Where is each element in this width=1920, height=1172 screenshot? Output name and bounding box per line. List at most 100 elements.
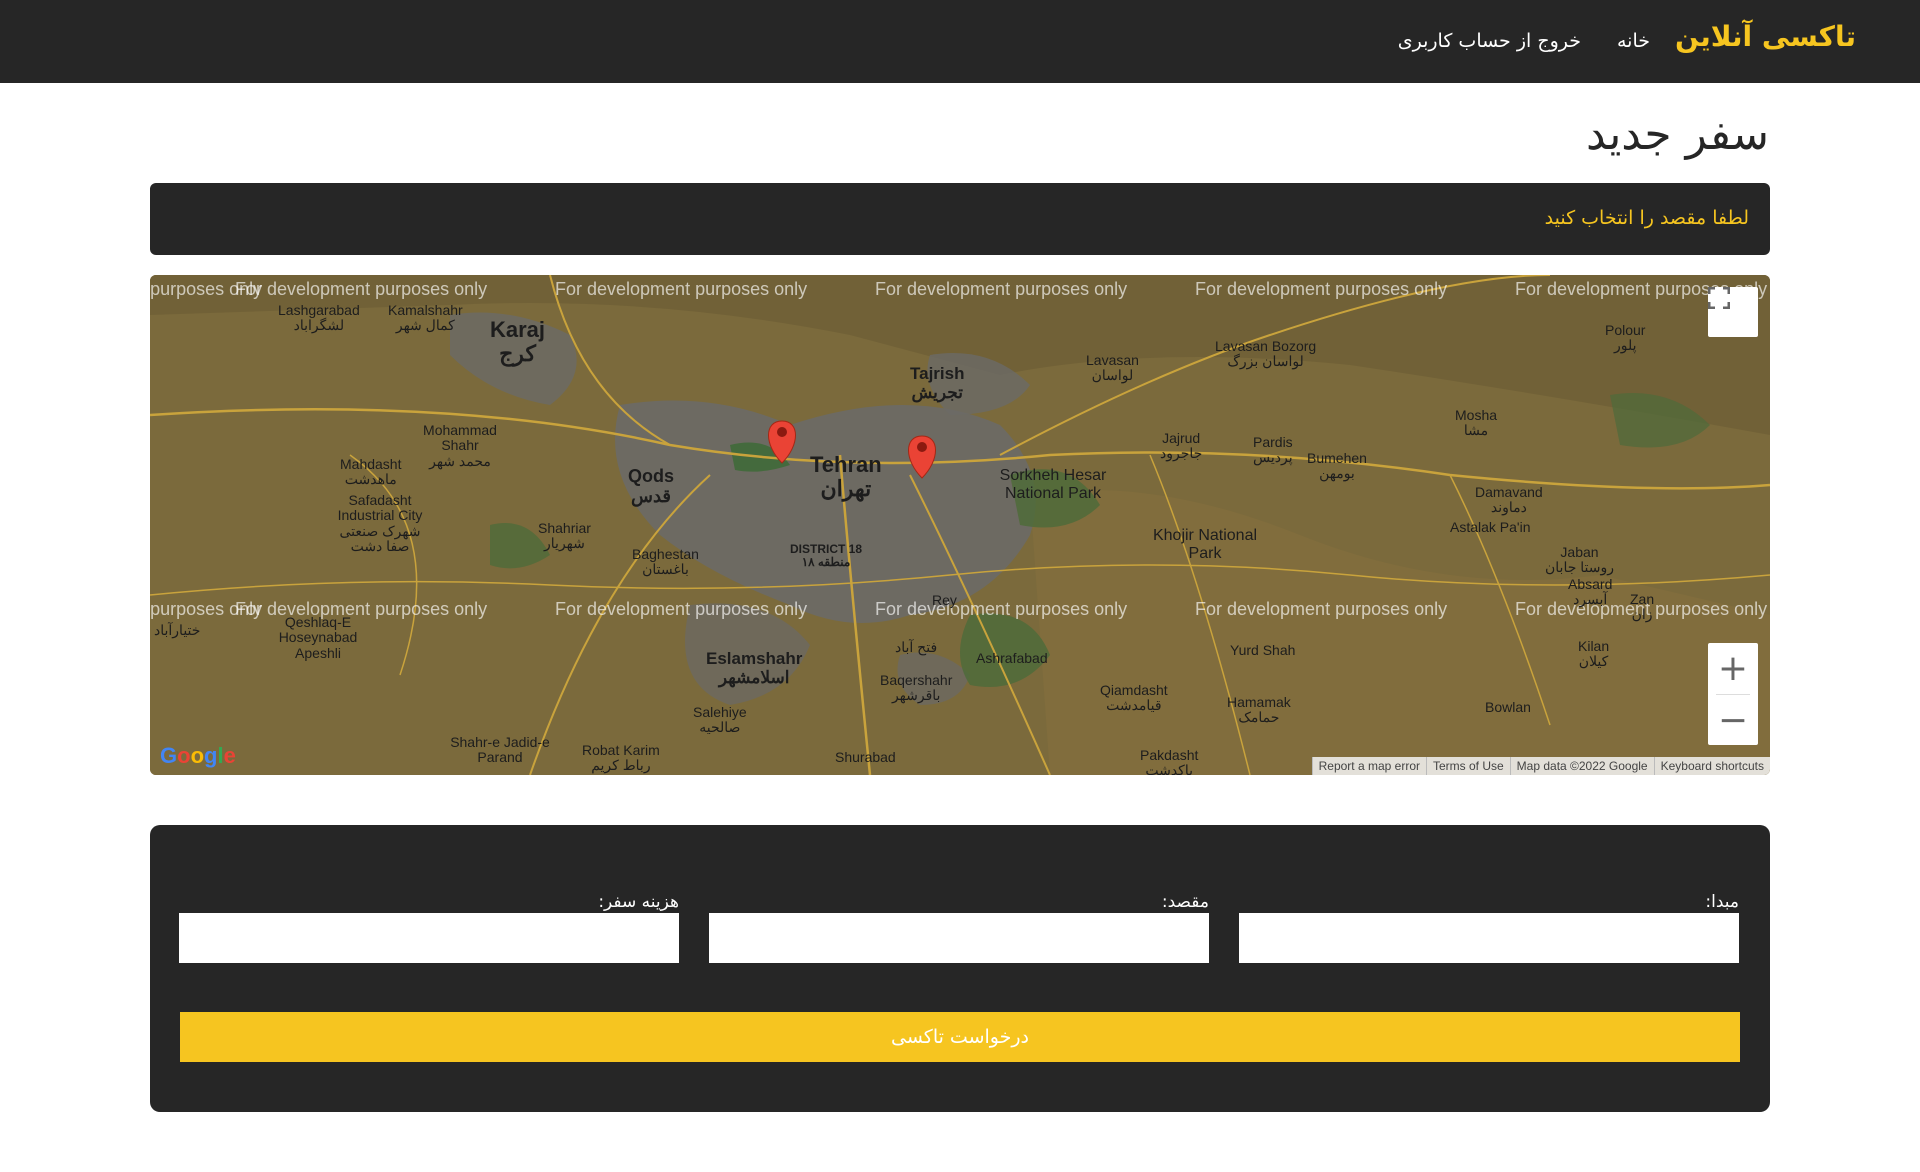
place-name-fa: شهریار (544, 535, 585, 552)
place-name: Mohammad Shahr (423, 422, 497, 454)
place-name-fa: بومهن (1319, 465, 1355, 482)
place-name-fa: محمد شهر (429, 452, 491, 469)
fullscreen-button[interactable] (1708, 287, 1758, 337)
city-label-damavand: Damavand دماوند (1475, 484, 1543, 516)
city-label-polour: Polour پلور (1605, 322, 1646, 354)
place-name-fa: روستا جابان (1545, 559, 1614, 576)
city-label-eslamshahr: Eslamshahr اسلامشهر (706, 649, 802, 687)
cost-input[interactable] (179, 913, 679, 963)
place-name: Safadasht Industrial City (337, 492, 423, 524)
map-attribution: Report a map error Terms of Use Map data… (1311, 757, 1770, 775)
city-label-kamalshahr: Kamalshahr کمال شهر (388, 302, 463, 334)
city-label-bowlan: Bowlan (1485, 699, 1531, 715)
dev-watermark: For development purposes only (555, 279, 808, 299)
city-label-salehiye: Salehiye صالحیه (693, 704, 747, 736)
place-name-fa: لواسان (1091, 367, 1134, 384)
request-taxi-button[interactable]: درخواست تاکسی (180, 1012, 1740, 1062)
place-name-fa: باقرشهر (891, 687, 941, 704)
zoom-out-button[interactable]: − (1708, 695, 1758, 745)
city-label-ekhtiarabad: ختیارآباد (154, 622, 201, 638)
place-name-fa: تجریش (911, 382, 963, 402)
place-name-fa: کمال شهر (395, 317, 455, 334)
alert-text: لطفا مقصد را انتخاب کنید (1544, 207, 1749, 229)
city-label-karaj: Karaj کرج (490, 317, 545, 367)
city-label-kilan: Kilan کیلان (1578, 638, 1610, 670)
place-name: Pakdasht (1140, 747, 1199, 763)
place-name: Baghestan (632, 546, 699, 562)
trip-form: مبدا: مقصد: هزینه سفر: درخواست تاکسی (150, 825, 1770, 1112)
nav-logout-link[interactable]: خروج از حساب کاربری (1398, 30, 1581, 52)
city-label-lashgarabad: Lashgarabad لشگراباد (278, 302, 360, 334)
dev-watermark: For development purposes only (875, 599, 1128, 619)
place-name-fa: جاجرود (1160, 445, 1203, 462)
city-label-astalak: Astalak Pa'in (1450, 519, 1531, 535)
city-label-bumehen: Bumehen بومهن (1307, 450, 1367, 482)
city-label-tajrish: Tajrish تجریش (910, 364, 965, 402)
city-label-yurd-shah: Yurd Shah (1230, 642, 1296, 658)
zoom-control: + − (1708, 643, 1758, 745)
select-destination-alert: لطفا مقصد را انتخاب کنید (150, 183, 1770, 255)
city-label-qods: Qods قدس (628, 466, 674, 507)
city-label-baqershahr: Baqershahr باقرشهر (880, 672, 952, 704)
dev-watermark: For development purposes only (555, 599, 808, 619)
place-name-fa: لواسان بزرگ (1227, 353, 1304, 370)
place-name-fa: دماوند (1490, 499, 1527, 516)
fullscreen-icon (1708, 287, 1730, 309)
zoom-in-button[interactable]: + (1708, 643, 1758, 693)
dev-watermark: For development purposes only (1195, 279, 1448, 299)
place-name-fa: تهران (820, 476, 872, 502)
city-label-khojir: Khojir National Park (1152, 527, 1258, 562)
place-name-fa: پاکدشت (1145, 762, 1194, 775)
place-name: Shahriar (538, 520, 591, 536)
report-map-error-link[interactable]: Report a map error (1311, 757, 1426, 775)
place-name: Pardis (1253, 434, 1293, 450)
origin-input[interactable] (1239, 913, 1739, 963)
place-name: Jaban (1560, 544, 1599, 560)
place-name: Kilan (1578, 638, 1610, 654)
nav-home-link[interactable]: خانه (1617, 30, 1650, 52)
place-name: Tajrish (910, 364, 965, 383)
place-name-fa: شهرک صنعتی صفا دشت (339, 522, 421, 555)
place-name: Salehiye (693, 704, 747, 720)
city-label-jaban: Jaban روستا جابان (1545, 544, 1614, 576)
place-name: Jajrud (1162, 430, 1201, 446)
city-label-mohammad-shahr: Mohammad Shahr محمد شهر (415, 422, 505, 469)
cost-label: هزینه سفر: (598, 892, 679, 912)
origin-label: مبدا: (1705, 892, 1739, 912)
destination-label: مقصد: (1161, 892, 1209, 912)
place-name-fa: قدس (630, 485, 672, 506)
city-label-robat-karim: Robat Karim رباط کریم (582, 742, 660, 774)
destination-input[interactable] (709, 913, 1209, 963)
terms-of-use-link[interactable]: Terms of Use (1425, 757, 1510, 775)
place-name: Polour (1605, 322, 1646, 338)
place-name-fa: منطقه ۱۸ (801, 555, 851, 570)
place-name-fa: آبسرد (1573, 591, 1608, 608)
brand-logo[interactable]: تاکسی آنلاین (1675, 20, 1856, 53)
place-name: Tehran (810, 452, 882, 477)
city-label-fath-abad: فتح آباد (895, 639, 938, 655)
place-name: Kamalshahr (388, 302, 463, 318)
map-data-credit: Map data ©2022 Google (1509, 757, 1654, 775)
city-label-tehran: Tehran تهران (810, 452, 882, 502)
dev-watermark: For development purposes only (875, 279, 1128, 299)
keyboard-shortcuts-link[interactable]: Keyboard shortcuts (1653, 757, 1770, 775)
place-name-fa: زان (1631, 606, 1653, 623)
place-name-fa: پردیس (1253, 449, 1293, 466)
page-title: سفر جدید (1585, 109, 1769, 160)
city-label-mosha: Mosha مشا (1455, 407, 1497, 439)
place-name: Mahdasht (340, 456, 402, 472)
city-label-shahriar: Shahriar شهریار (538, 520, 591, 552)
place-name-fa: حمامک (1238, 709, 1280, 726)
city-label-lavasan-bozorg: Lavasan Bozorg لواسان بزرگ (1215, 338, 1316, 370)
place-name: Damavand (1475, 484, 1543, 500)
place-name-fa: قیامدشت (1106, 697, 1162, 714)
city-label-district18: DISTRICT 18 منطقه ۱۸ (790, 542, 862, 570)
place-name-fa: کرج (499, 341, 536, 367)
city-label-sorkheh-hesar: Sorkheh Hesar National Park (999, 467, 1107, 502)
place-name-fa: پلور (1613, 337, 1637, 354)
top-navbar: تاکسی آنلاین خانه خروج از حساب کاربری (0, 0, 1920, 83)
map-view[interactable]: For development purposes only For develo… (150, 275, 1770, 775)
google-logo[interactable]: Google (160, 743, 236, 769)
city-label-pakdasht: Pakdasht پاکدشت (1140, 747, 1199, 775)
city-label-jajrud: Jajrud جاجرود (1160, 430, 1203, 462)
